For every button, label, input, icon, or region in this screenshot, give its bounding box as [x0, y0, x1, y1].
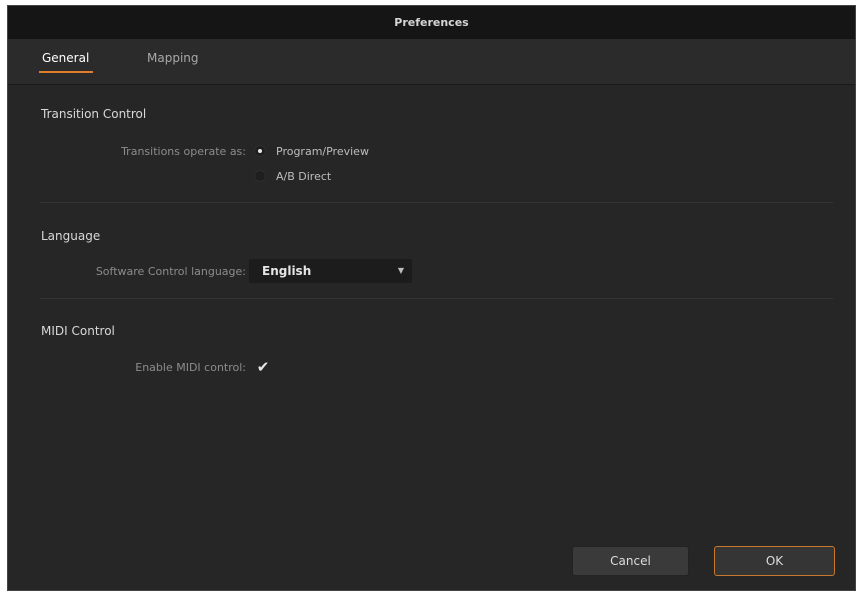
tab-mapping[interactable]: Mapping: [147, 51, 199, 73]
enable-midi-checkbox[interactable]: ✔: [254, 358, 272, 376]
radio-program-preview[interactable]: [254, 145, 266, 157]
tab-general[interactable]: General: [38, 51, 94, 73]
tab-bar: General Mapping: [8, 39, 855, 85]
program-preview-label[interactable]: Program/Preview: [276, 145, 369, 158]
divider: [40, 202, 833, 203]
ab-direct-label[interactable]: A/B Direct: [276, 170, 331, 183]
window-title: Preferences: [394, 16, 469, 29]
language-select[interactable]: English ▼: [249, 259, 412, 283]
radio-ab-direct[interactable]: [254, 170, 266, 182]
divider: [40, 298, 833, 299]
enable-midi-control-label: Enable MIDI control:: [135, 361, 246, 374]
preferences-dialog: Preferences General Mapping Transition C…: [7, 5, 856, 591]
cancel-button[interactable]: Cancel: [572, 546, 689, 576]
chevron-down-icon: ▼: [397, 266, 404, 275]
language-heading: Language: [41, 229, 101, 243]
language-select-value: English: [262, 264, 312, 278]
midi-control-heading: MIDI Control: [41, 324, 115, 338]
software-control-language-label: Software Control language:: [95, 265, 246, 278]
transitions-operate-label: Transitions operate as:: [121, 145, 246, 158]
transition-control-heading: Transition Control: [41, 107, 147, 121]
ok-button[interactable]: OK: [714, 546, 835, 576]
title-bar: Preferences: [8, 6, 855, 39]
checkmark-icon: ✔: [256, 358, 270, 376]
